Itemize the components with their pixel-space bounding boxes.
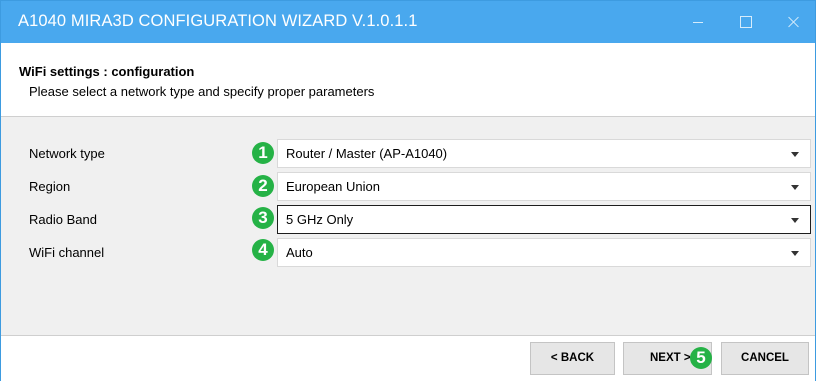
window-title: A1040 MIRA3D CONFIGURATION WIZARD V.1.0.…	[18, 12, 418, 30]
step-subtitle: Please select a network type and specify…	[29, 84, 375, 99]
region-select[interactable]: European Union	[277, 172, 811, 201]
title-bar[interactable]: A1040 MIRA3D CONFIGURATION WIZARD V.1.0.…	[1, 1, 815, 43]
step-badge-1: 1	[252, 142, 274, 164]
chevron-down-icon[interactable]	[791, 218, 799, 223]
step-title: WiFi settings : configuration	[19, 64, 195, 79]
network-type-value: Router / Master (AP-A1040)	[286, 146, 448, 161]
close-icon[interactable]	[771, 1, 816, 43]
maximize-icon[interactable]	[723, 1, 769, 43]
network-type-label: Network type	[29, 146, 105, 161]
region-value: European Union	[286, 179, 380, 194]
chevron-down-icon[interactable]	[791, 185, 799, 190]
radio-band-select[interactable]: 5 GHz Only	[277, 205, 811, 234]
chevron-down-icon[interactable]	[791, 152, 799, 157]
chevron-down-icon[interactable]	[791, 251, 799, 256]
back-button[interactable]: < BACK	[530, 342, 615, 375]
step-header: WiFi settings : configuration Please sel…	[1, 43, 815, 117]
step-badge-3: 3	[252, 207, 274, 229]
network-type-select[interactable]: Router / Master (AP-A1040)	[277, 139, 811, 168]
wifi-channel-select[interactable]: Auto	[277, 238, 811, 267]
wifi-channel-label: WiFi channel	[29, 245, 105, 260]
radio-band-label: Radio Band	[29, 212, 97, 227]
step-badge-4: 4	[252, 239, 274, 261]
step-badge-2: 2	[252, 175, 274, 197]
next-button-label: NEXT >	[650, 352, 691, 364]
region-label: Region	[29, 179, 71, 194]
wifi-channel-value: Auto	[286, 245, 313, 260]
cancel-button[interactable]: CANCEL	[721, 342, 809, 375]
step-badge-5: 5	[690, 347, 712, 369]
minimize-icon[interactable]	[675, 1, 721, 43]
radio-band-value: 5 GHz Only	[286, 212, 354, 227]
wizard-window: A1040 MIRA3D CONFIGURATION WIZARD V.1.0.…	[0, 0, 816, 381]
